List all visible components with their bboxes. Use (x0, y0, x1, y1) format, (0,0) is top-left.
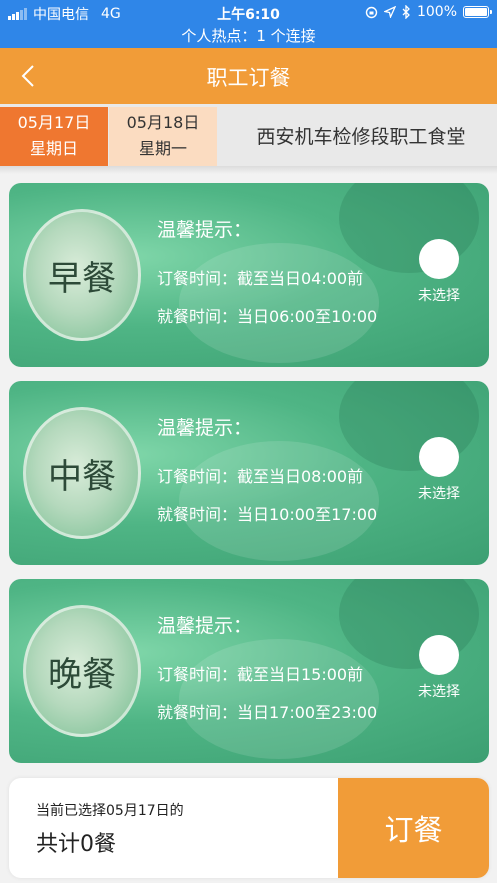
hotspot-banner[interactable]: 个人热点：1 个连接 (0, 25, 497, 46)
meal-name: 晚餐 (48, 654, 116, 695)
tip-title: 温馨提示： (157, 219, 253, 241)
canteen-name: 西安机车检修段职工食堂 (256, 125, 466, 148)
bluetooth-icon (402, 5, 410, 19)
lunch-plate-image: 中餐 (23, 407, 141, 539)
tip-title: 温馨提示： (157, 615, 253, 637)
selection-info: 当前已选择05月17日的 (36, 803, 184, 819)
rotation-lock-icon (365, 6, 378, 18)
battery-percent: 100% (416, 4, 457, 20)
select-radio-lunch[interactable] (419, 437, 459, 477)
meal-name: 中餐 (48, 456, 116, 497)
battery-icon (463, 6, 492, 18)
date-label: 05月18日 (126, 113, 200, 132)
status-bar: 中国电信 4G 上午6:10 100% 个人热点：1 个连接 (0, 0, 497, 48)
meal-time: 就餐时间：当日17:00至23:00 (157, 703, 378, 722)
location-icon (383, 6, 396, 18)
order-time: 订餐时间：截至当日04:00前 (157, 269, 364, 288)
weekday-label: 星期日 (29, 139, 78, 158)
date-label: 05月17日 (17, 113, 91, 132)
order-summary-bar: 当前已选择05月17日的 共计0餐 订餐 (9, 778, 489, 878)
weekday-label: 星期一 (138, 139, 187, 158)
tip-title: 温馨提示： (157, 417, 253, 439)
meal-card-dinner[interactable]: 晚餐 温馨提示： 订餐时间：截至当日15:00前 就餐时间：当日17:00至23… (9, 579, 489, 763)
meal-total: 共计0餐 (36, 832, 116, 857)
order-time: 订餐时间：截至当日15:00前 (157, 665, 364, 684)
dinner-plate-image: 晚餐 (23, 605, 141, 737)
select-status: 未选择 (418, 684, 460, 700)
meal-name: 早餐 (48, 258, 116, 299)
select-status: 未选择 (418, 486, 460, 502)
date-selector: 05月17日 星期日 05月18日 星期一 西安机车检修段职工食堂 (0, 104, 497, 166)
select-radio-breakfast[interactable] (419, 239, 459, 279)
nav-bar: 职工订餐 (0, 48, 497, 104)
meal-card-breakfast[interactable]: 早餐 温馨提示： 订餐时间：截至当日04:00前 就餐时间：当日06:00至10… (9, 183, 489, 367)
meal-time: 就餐时间：当日10:00至17:00 (157, 505, 378, 524)
breakfast-plate-image: 早餐 (23, 209, 141, 341)
select-status: 未选择 (418, 288, 460, 304)
order-button[interactable]: 订餐 (338, 778, 489, 878)
meal-card-lunch[interactable]: 中餐 温馨提示： 订餐时间：截至当日08:00前 就餐时间：当日10:00至17… (9, 381, 489, 565)
meal-time: 就餐时间：当日06:00至10:00 (157, 307, 378, 326)
date-tab-0518[interactable]: 05月18日 星期一 (109, 107, 217, 166)
date-tab-0517[interactable]: 05月17日 星期日 (0, 107, 108, 166)
select-radio-dinner[interactable] (419, 635, 459, 675)
order-time: 订餐时间：截至当日08:00前 (157, 467, 364, 486)
page-title: 职工订餐 (206, 66, 291, 90)
